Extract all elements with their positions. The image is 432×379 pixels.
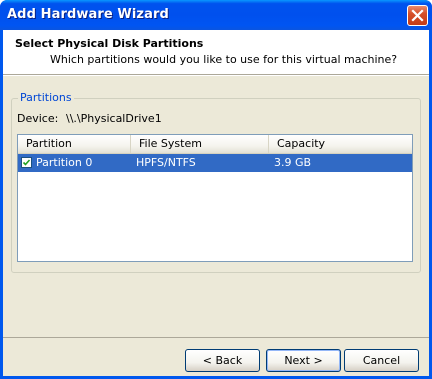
wizard-header: Select Physical Disk Partitions Which pa… [3, 30, 429, 75]
checkmark-icon [22, 159, 31, 166]
device-label: Device: [17, 112, 59, 125]
cell-file-system: HPFS/NTFS [136, 156, 196, 169]
page-title: Select Physical Disk Partitions [15, 37, 204, 50]
partition-checkbox[interactable] [21, 157, 32, 168]
partitions-group-label: Partitions [18, 91, 74, 104]
next-button[interactable]: Next > [266, 349, 341, 372]
header-divider [3, 75, 429, 76]
column-header-capacity[interactable]: Capacity [269, 135, 412, 153]
close-button[interactable] [407, 5, 428, 26]
cancel-button[interactable]: Cancel [344, 349, 419, 372]
close-icon [411, 9, 424, 22]
list-header: Partition File System Capacity [18, 135, 412, 155]
table-row[interactable]: Partition 0 HPFS/NTFS 3.9 GB [18, 154, 412, 172]
column-header-file-system[interactable]: File System [131, 135, 269, 153]
title-bar: Add Hardware Wizard [0, 0, 432, 30]
wizard-window: Add Hardware Wizard Select Physical Disk… [0, 0, 432, 379]
cell-capacity: 3.9 GB [274, 156, 312, 169]
cell-partition: Partition 0 [36, 156, 93, 169]
footer-divider [3, 337, 429, 338]
partition-list[interactable]: Partition File System Capacity Partition… [17, 134, 413, 262]
back-button[interactable]: < Back [185, 349, 260, 372]
dialog-body: Select Physical Disk Partitions Which pa… [3, 30, 429, 376]
window-title: Add Hardware Wizard [7, 7, 169, 22]
device-value: \\.\PhysicalDrive1 [66, 112, 162, 125]
page-subtitle: Which partitions would you like to use f… [50, 53, 398, 66]
column-header-partition[interactable]: Partition [18, 135, 131, 153]
